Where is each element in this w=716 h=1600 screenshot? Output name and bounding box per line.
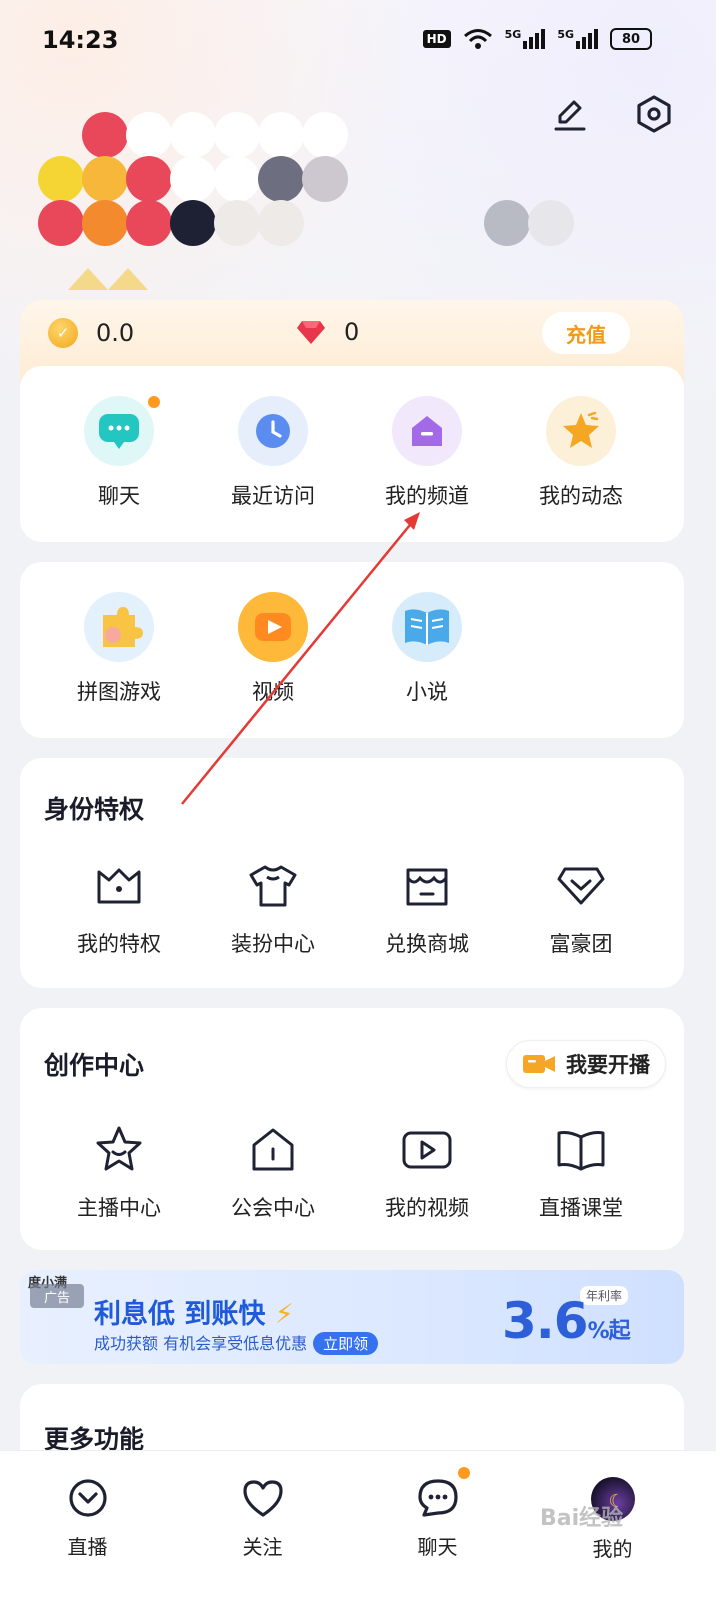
identity-grid: 我的特权 装扮中心 兑换商城 富豪团 [42,858,658,958]
camera-icon [523,1055,555,1073]
app-label: 视频 [252,680,294,704]
identity-dressup[interactable]: 装扮中心 [196,858,350,958]
shortcut-label: 最近访问 [231,484,315,508]
ad-banner[interactable]: 度小满 广告 利息低 到账快 ⚡ 成功获额 有机会享受低息优惠立即领 年利率 3… [20,1270,684,1364]
tab-label: 聊天 [417,1535,458,1559]
signal-bars-icon [523,29,546,49]
signal-5g-1: 5G [505,29,546,49]
recharge-button[interactable]: 充值 [542,312,630,354]
identity-label: 富豪团 [549,932,613,956]
app-novel[interactable]: 小说 [350,592,504,706]
creation-label: 公会中心 [231,1196,315,1220]
puzzle-icon [84,592,154,662]
identity-shop[interactable]: 兑换商城 [350,858,504,958]
ad-cta-button[interactable]: 立即领 [313,1332,379,1355]
diamond-value: 0 [344,318,360,346]
app-video[interactable]: 视频 [196,592,350,706]
ad-badge: 广告 [30,1284,84,1308]
creation-live-class[interactable]: 直播课堂 [504,1122,658,1222]
notification-dot [148,396,160,408]
video-play-icon [399,1122,455,1178]
signal-bars-icon [576,29,598,49]
book-icon [392,592,462,662]
shortcut-channel[interactable]: 我的频道 [350,396,504,510]
creation-guild-center[interactable]: 公会中心 [196,1122,350,1222]
star-outline-icon [91,1122,147,1178]
identity-label: 我的特权 [77,932,161,956]
shortcut-label: 我的动态 [539,484,623,508]
clock-icon [238,396,308,466]
shortcut-label: 聊天 [98,484,140,508]
notification-dot [458,1467,470,1479]
profile-mosaic [28,112,588,292]
creation-anchor-center[interactable]: 主播中心 [42,1122,196,1222]
identity-label: 兑换商城 [385,932,469,956]
crown-icon [91,858,147,914]
guild-home-icon [245,1122,301,1178]
tab-label: 直播 [67,1535,108,1559]
play-icon [238,592,308,662]
tab-live[interactable]: 直播 [0,1451,175,1600]
shortcut-label: 我的频道 [385,484,469,508]
ad-rate: 3.6%起 [502,1292,631,1350]
app-puzzle[interactable]: 拼图游戏 [42,592,196,706]
heart-icon [242,1480,283,1517]
tab-follow[interactable]: 关注 [175,1451,350,1600]
signal-5g-2: 5G [557,29,598,49]
ad-subtext: 成功获额 有机会享受低息优惠 立即领 [94,1330,379,1355]
star-icon [546,396,616,466]
ad-headline: 利息低 到账快 ⚡ [94,1299,294,1330]
live-icon [68,1479,107,1517]
creation-label: 主播中心 [77,1196,161,1220]
creation-my-videos[interactable]: 我的视频 [350,1122,504,1222]
hd-icon: HD [422,30,451,48]
identity-title: 身份特权 [44,795,145,824]
app-label: 小说 [406,680,448,704]
battery-icon: 80 [610,28,652,50]
shortcut-recent[interactable]: 最近访问 [196,396,350,510]
go-live-label: 我要开播 [566,1053,650,1077]
ruby-icon [297,321,325,344]
tab-chat[interactable]: 聊天 [350,1451,525,1600]
coin-balance[interactable]: ✓ 0.0 [48,318,134,348]
shortcut-grid: 聊天 最近访问 我的频道 我的动态 [42,396,658,510]
shop-icon [399,858,455,914]
lightning-icon: ⚡ [265,1299,294,1330]
creation-grid: 主播中心 公会中心 我的视频 直播课堂 [42,1122,658,1222]
diamond-balance[interactable]: 0 [296,318,359,346]
go-live-button[interactable]: 我要开播 [506,1040,666,1088]
status-bar: 14:23 HD 5G 5G 80 [0,0,716,84]
tshirt-icon [245,858,301,914]
creation-label: 直播课堂 [539,1196,623,1220]
watermark: Bai经验 [540,1506,624,1531]
chat-icon [417,1479,458,1517]
creation-label: 我的视频 [385,1196,469,1220]
shortcut-moments[interactable]: 我的动态 [504,396,658,510]
creation-title: 创作中心 [44,1051,145,1080]
channel-home-icon [392,396,462,466]
status-icons: HD 5G 5G 80 [422,28,652,50]
identity-vip-club[interactable]: 富豪团 [504,858,658,958]
app-label: 拼图游戏 [77,680,161,704]
open-book-icon [553,1122,609,1178]
identity-privilege[interactable]: 我的特权 [42,858,196,958]
hexagon-settings-icon [637,95,671,133]
settings-button[interactable] [632,92,676,136]
diamond-icon [553,858,609,914]
identity-label: 装扮中心 [231,932,315,956]
apps-grid: 拼图游戏 视频 小说 [42,592,504,706]
status-time: 14:23 [42,26,119,54]
chat-bubble-icon [84,396,160,466]
shortcut-chat[interactable]: 聊天 [42,396,196,510]
tab-label: 我的 [592,1537,633,1561]
wifi-icon [463,29,492,49]
tab-label: 关注 [242,1535,283,1559]
coin-icon: ✓ [48,318,78,348]
coin-value: 0.0 [96,319,135,347]
